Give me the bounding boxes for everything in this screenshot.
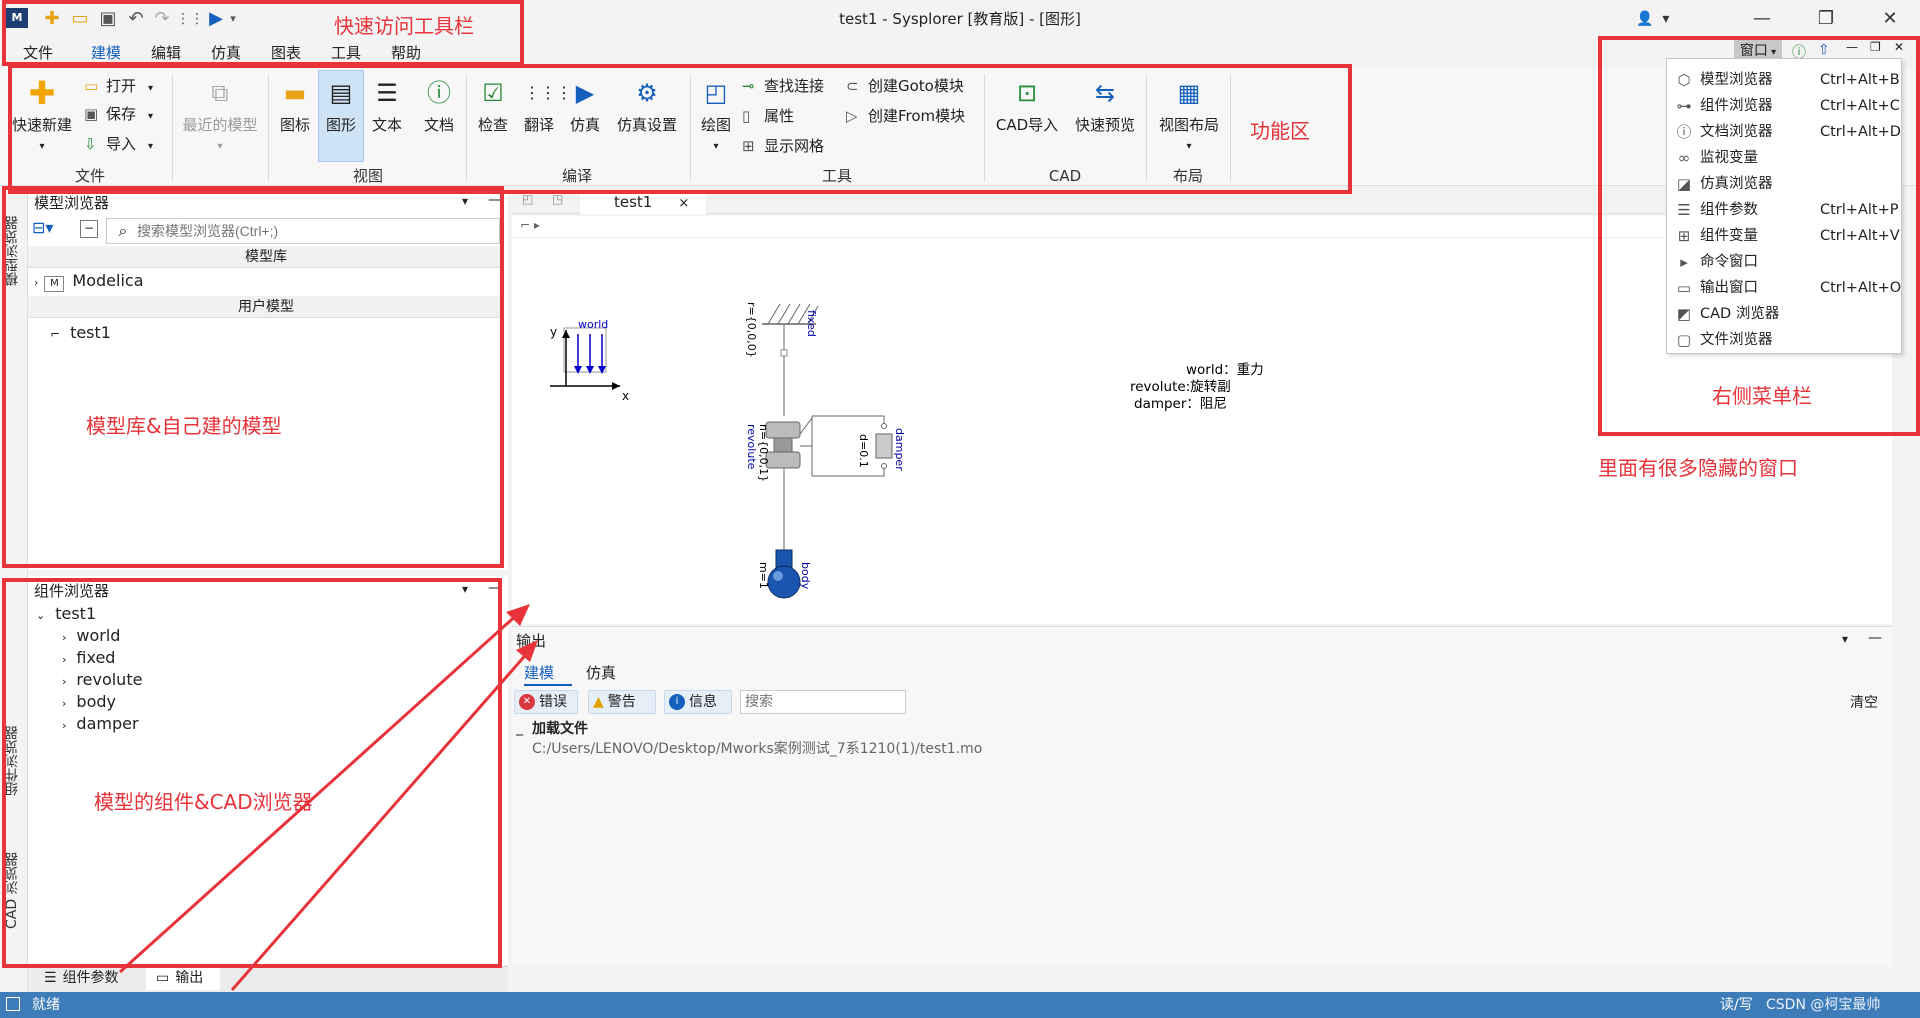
diagram-note-line: revolute:旋转副: [1130, 379, 1231, 395]
user-icon: 👤: [1636, 11, 1654, 27]
revolute-component[interactable]: [765, 417, 813, 550]
output-tab-modeling[interactable]: 建模: [524, 660, 572, 686]
world-label: world: [578, 318, 608, 331]
fixed-label: fixed: [805, 310, 818, 337]
window-title: test1 - Sysplorer [教育版] - [图形]: [839, 10, 1081, 28]
bottom-tab-label: 输出: [175, 970, 204, 986]
output-panel: [512, 626, 1892, 966]
annotation-box-ribbon: [8, 64, 1352, 194]
annotation-component-browser: 模型的组件&CAD浏览器: [94, 790, 313, 814]
chevron-down-icon[interactable]: ▾: [1842, 632, 1848, 646]
output-icon: ▭: [156, 970, 170, 986]
info-filter-button[interactable]: i 信息: [664, 690, 732, 714]
watermark: CSDN @柯宝最帅: [1766, 997, 1881, 1013]
axis-y-label: y: [550, 325, 557, 339]
axis-x-label: x: [622, 389, 629, 403]
collapse-entry-icon[interactable]: _: [516, 720, 523, 736]
nav-back-icon[interactable]: ◰: [522, 192, 533, 206]
minimize-button[interactable]: —: [1734, 0, 1790, 38]
info-icon: i: [669, 694, 685, 710]
revolute-label: revolute: [745, 424, 758, 470]
diagram-note-line: world：重力: [1186, 362, 1264, 378]
error-filter-label: 错误: [539, 694, 567, 710]
annotation-box-component-browser: [2, 578, 502, 968]
annotation-model-browser: 模型库&自己建的模型: [86, 414, 282, 438]
damper-param: d=0.1: [857, 434, 870, 468]
user-label: ▾: [1653, 11, 1670, 27]
diagram-note-line: damper：阻尼: [1134, 396, 1227, 412]
user-account[interactable]: 👤 ▾: [1636, 6, 1726, 32]
bottom-tab-label: 组件参数: [62, 970, 119, 986]
search-icon: ⌕: [118, 221, 128, 240]
annotation-box-right-menu: [1598, 36, 1920, 436]
panel-minimize-icon[interactable]: —: [1868, 630, 1882, 646]
annotation-quick-toolbar: 快速访问工具栏: [334, 14, 474, 38]
body-component[interactable]: [767, 549, 801, 599]
output-search-input[interactable]: [740, 690, 906, 714]
status-icon: [6, 997, 20, 1011]
model-icon: ⌐ ▸: [520, 218, 540, 232]
warning-icon: ▲: [593, 694, 604, 710]
bottom-tab-output[interactable]: ▭ 输出: [146, 966, 220, 990]
annotation-ribbon-area: 功能区: [1250, 119, 1310, 143]
output-entry-path: C:/Users/LENOVO/Desktop/Mworks案例测试_7系121…: [532, 741, 983, 757]
warning-filter-label: 警告: [607, 694, 636, 710]
annotation-hidden-windows: 里面有很多隐藏的窗口: [1598, 456, 1798, 480]
info-filter-label: 信息: [689, 694, 717, 710]
status-text: 就绪: [32, 997, 60, 1013]
fixed-param: r={0,0,0}: [745, 302, 758, 358]
revolute-param: n={0,0,1}: [757, 424, 770, 482]
world-component[interactable]: [550, 327, 620, 390]
clear-button[interactable]: 清空: [1850, 692, 1878, 712]
maximize-button[interactable]: ❐: [1798, 0, 1854, 38]
damper-component[interactable]: [811, 415, 893, 477]
output-title: 输出: [516, 632, 547, 650]
warning-filter-button[interactable]: ▲ 警告: [588, 690, 656, 714]
error-icon: ✕: [519, 694, 535, 710]
close-button[interactable]: ✕: [1862, 0, 1918, 38]
bottom-tab-component-params[interactable]: ☰ 组件参数: [44, 966, 144, 990]
list-icon: ☰: [44, 970, 57, 986]
nav-forward-icon[interactable]: ◳: [552, 192, 563, 206]
body-param: m=1: [757, 562, 770, 589]
error-filter-button[interactable]: ✕ 错误: [514, 690, 578, 714]
editor-tab-label: test1: [614, 193, 653, 211]
annotation-box-model-browser: [2, 186, 504, 568]
output-entry-title: 加载文件: [532, 721, 588, 737]
status-bar: [0, 992, 1920, 1018]
damper-label: damper: [893, 428, 906, 471]
annotation-right-menu: 右侧菜单栏: [1712, 384, 1812, 408]
body-label: body: [799, 562, 812, 590]
status-readwrite: 读/写: [1720, 997, 1753, 1013]
close-icon[interactable]: ×: [678, 196, 689, 211]
output-tab-simulation[interactable]: 仿真: [586, 660, 626, 686]
